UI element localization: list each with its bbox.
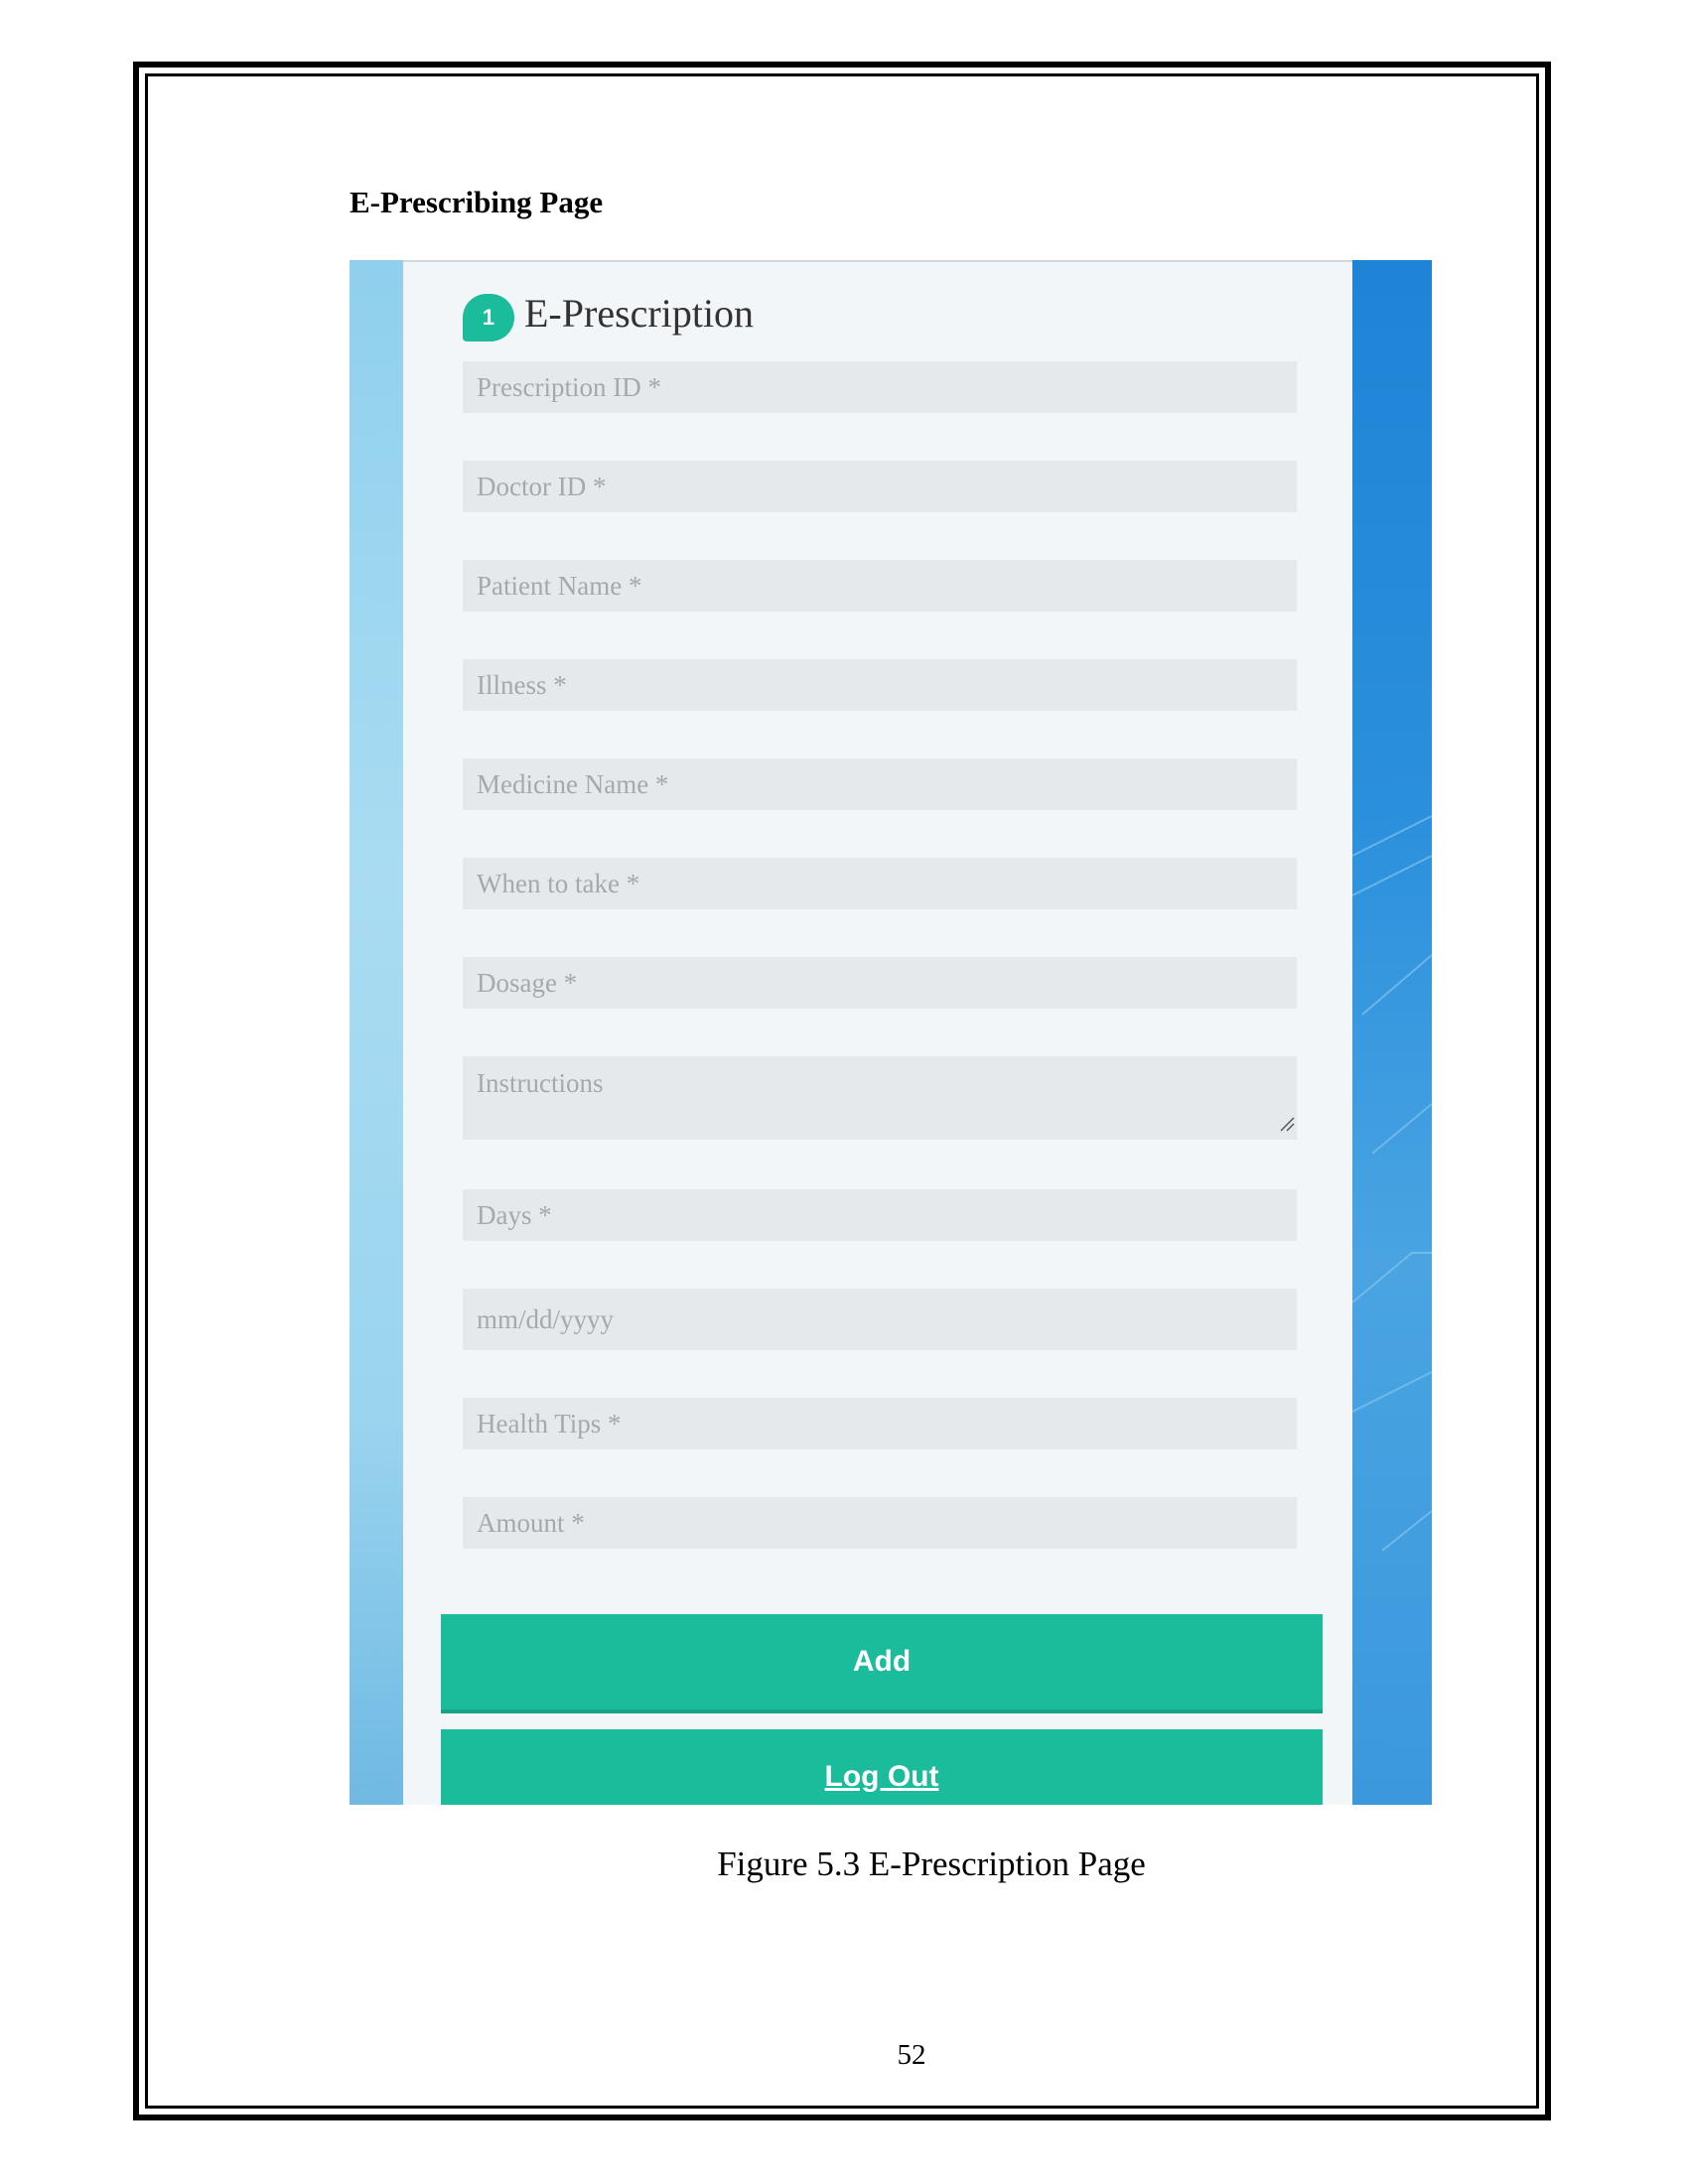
add-button[interactable]: Add [441, 1614, 1323, 1713]
background-circuit-lines [1352, 815, 1432, 1552]
step-badge: 1 [463, 294, 514, 341]
logout-button[interactable]: Log Out [441, 1729, 1323, 1805]
section-heading: E-Prescribing Page [350, 185, 604, 219]
date-input[interactable] [463, 1289, 1297, 1350]
instructions-textarea[interactable] [463, 1056, 1297, 1140]
medicine-name-input[interactable] [463, 758, 1297, 810]
logout-button-label: Log Out [824, 1760, 939, 1793]
add-button-label: Add [852, 1645, 912, 1678]
prescription-form-card: 1 E-Prescription Add Log Out [403, 260, 1352, 1805]
health-tips-input[interactable] [463, 1398, 1297, 1449]
illness-input[interactable] [463, 659, 1297, 711]
prescription-id-input[interactable] [463, 361, 1297, 413]
resize-grip-icon[interactable] [1277, 1114, 1295, 1132]
doctor-id-input[interactable] [463, 461, 1297, 512]
form-header: 1 E-Prescription [463, 284, 754, 341]
page-number: 52 [897, 2039, 926, 2071]
figure-caption: Figure 5.3 E-Prescription Page [717, 1844, 1146, 1883]
background-left [350, 260, 403, 1805]
screenshot-figure: 1 E-Prescription Add Log Out [350, 260, 1432, 1805]
form-title: E-Prescription [524, 290, 755, 336]
when-to-take-input[interactable] [463, 858, 1297, 909]
patient-name-input[interactable] [463, 560, 1297, 612]
dosage-input[interactable] [463, 957, 1297, 1009]
days-input[interactable] [463, 1189, 1297, 1241]
amount-input[interactable] [463, 1497, 1297, 1549]
